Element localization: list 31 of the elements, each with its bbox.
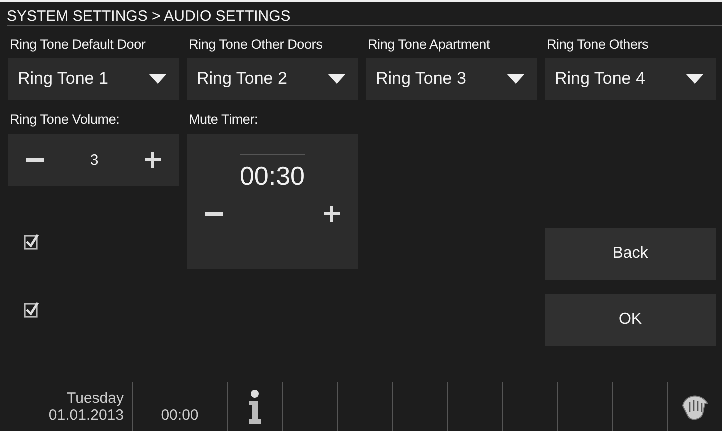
caret-icon [149,74,167,84]
caret-icon [686,74,704,84]
field-label: Ring Tone Other Doors [188,36,324,52]
screen-title: SYSTEM SETTINGS > AUDIO SETTINGS [7,8,293,26]
ringtone-dropdown[interactable]: Ring Tone 4 [545,58,716,100]
field-label: Ring Tone Apartment [367,36,492,52]
caret-icon [507,74,525,84]
ringtone-dropdown[interactable]: Ring Tone 3 [366,58,537,100]
plus-icon [324,206,340,222]
minus-icon [26,158,44,162]
field-label: Mute Timer: [188,112,260,126]
checkbox[interactable] [24,234,40,250]
field-label: Ring Tone Default Door [9,36,147,52]
volume-value: 3 [90,152,99,168]
minus-icon [205,212,223,216]
back-button[interactable]: Back [545,228,716,280]
timer-value: 00:30 [240,154,306,192]
ok-button[interactable]: OK [545,294,716,346]
increase-button[interactable] [145,152,161,168]
day-text: Tuesday [67,390,124,406]
time-text: 00:00 [161,407,199,424]
field-label: Ring Tone Others [546,36,650,52]
ringtone-dropdown[interactable]: Ring Tone 2 [187,58,358,100]
field-label: Ring Tone Volume: [9,112,121,126]
date-text: 01.01.2013 [48,406,124,424]
ringtone-dropdown[interactable]: Ring Tone 1 [8,58,179,100]
caret-icon [328,74,346,84]
checkbox[interactable] [24,302,40,318]
plus-icon [145,152,161,168]
increase-button[interactable] [324,206,340,222]
info-icon[interactable] [247,390,263,424]
